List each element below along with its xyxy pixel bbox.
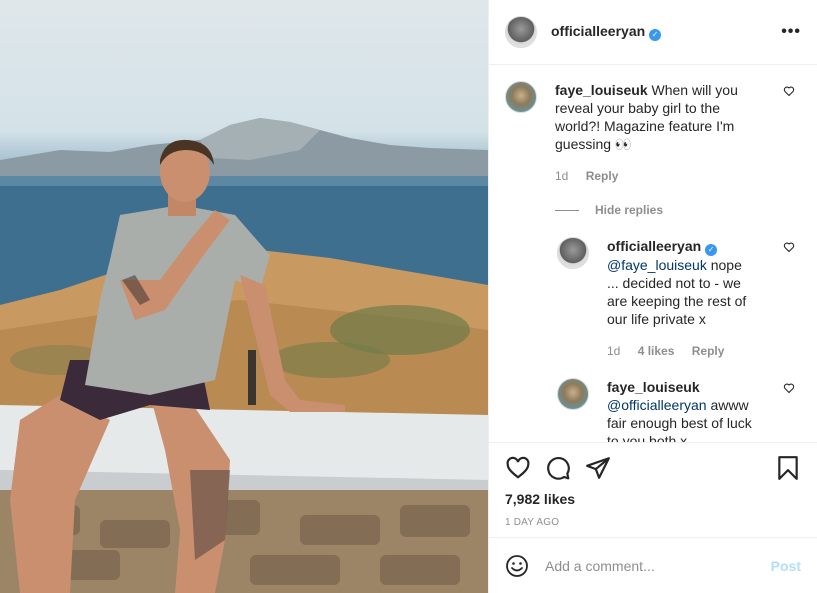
post-sidebar: officialleeryan ✓ ••• faye_louiseuk When … — [488, 0, 817, 593]
comments-list: faye_louiseuk When will you reveal your … — [489, 65, 817, 442]
action-icons-row — [505, 453, 801, 483]
post-header: officialleeryan ✓ ••• — [489, 0, 817, 65]
reply-body: officialleeryan ✓ @faye_louiseuk nope ...… — [607, 237, 757, 360]
comment-input[interactable] — [545, 557, 771, 574]
photo-illustration — [0, 118, 488, 593]
like-comment-heart-icon[interactable] — [783, 85, 795, 97]
post-actions: 7,982 likes 1 DAY AGO — [489, 442, 817, 537]
reply-meta: 1d 4 likes Reply — [607, 342, 757, 360]
replies-list: officialleeryan ✓ @faye_louiseuk nope ...… — [557, 237, 801, 442]
verified-badge-icon: ✓ — [705, 244, 718, 256]
likes-count[interactable]: 7,982 likes — [505, 491, 801, 507]
reply-item: faye_louiseuk @officialleeryan awww fair… — [557, 378, 801, 442]
commenter-avatar[interactable] — [505, 81, 537, 113]
comment-time[interactable]: 1d — [555, 169, 568, 183]
reply-mention[interactable]: @faye_louiseuk — [607, 257, 707, 273]
post-modal: officialleeryan ✓ ••• faye_louiseuk When … — [0, 0, 817, 593]
post-photo[interactable] — [0, 0, 488, 593]
reply-username-text[interactable]: officialleeryan — [607, 238, 701, 254]
reply-avatar[interactable] — [557, 378, 589, 410]
reply-reply-button[interactable]: Reply — [692, 344, 725, 358]
comment-username[interactable]: faye_louiseuk — [555, 82, 648, 98]
share-paper-plane-icon[interactable] — [585, 455, 611, 481]
reply-avatar[interactable] — [557, 237, 589, 269]
emoji-smiley-icon[interactable] — [505, 554, 529, 578]
replies-divider — [555, 209, 579, 211]
author-username-text[interactable]: officialleeryan — [551, 23, 645, 39]
comment-meta: 1d Reply — [555, 167, 755, 185]
more-options-icon[interactable]: ••• — [781, 23, 801, 41]
comment-composer: Post — [489, 537, 817, 593]
post-date[interactable]: 1 DAY AGO — [505, 517, 801, 528]
reply-username[interactable]: faye_louiseuk — [607, 379, 700, 395]
like-heart-icon[interactable] — [505, 455, 531, 481]
comment-bubble-icon[interactable] — [545, 455, 571, 481]
comment-body: faye_louiseuk When will you reveal your … — [555, 81, 755, 185]
hide-replies-button[interactable]: Hide replies — [555, 203, 801, 217]
reply-item: officialleeryan ✓ @faye_louiseuk nope ...… — [557, 237, 801, 360]
reply-button[interactable]: Reply — [586, 169, 619, 183]
comment-item: faye_louiseuk When will you reveal your … — [505, 81, 801, 185]
reply-username[interactable]: officialleeryan ✓ — [607, 238, 718, 256]
reply-body: faye_louiseuk @officialleeryan awww fair… — [607, 378, 757, 442]
reply-mention[interactable]: @officialleeryan — [607, 397, 707, 413]
save-bookmark-icon[interactable] — [775, 455, 801, 481]
hide-replies-label[interactable]: Hide replies — [595, 203, 663, 217]
post-comment-button[interactable]: Post — [771, 558, 801, 574]
author-avatar[interactable] — [505, 16, 537, 48]
like-reply-heart-icon[interactable] — [783, 382, 795, 394]
verified-badge-icon: ✓ — [649, 29, 662, 41]
reply-likes[interactable]: 4 likes — [638, 344, 675, 358]
author-username[interactable]: officialleeryan ✓ — [551, 23, 662, 41]
reply-time[interactable]: 1d — [607, 344, 620, 358]
like-reply-heart-icon[interactable] — [783, 241, 795, 253]
